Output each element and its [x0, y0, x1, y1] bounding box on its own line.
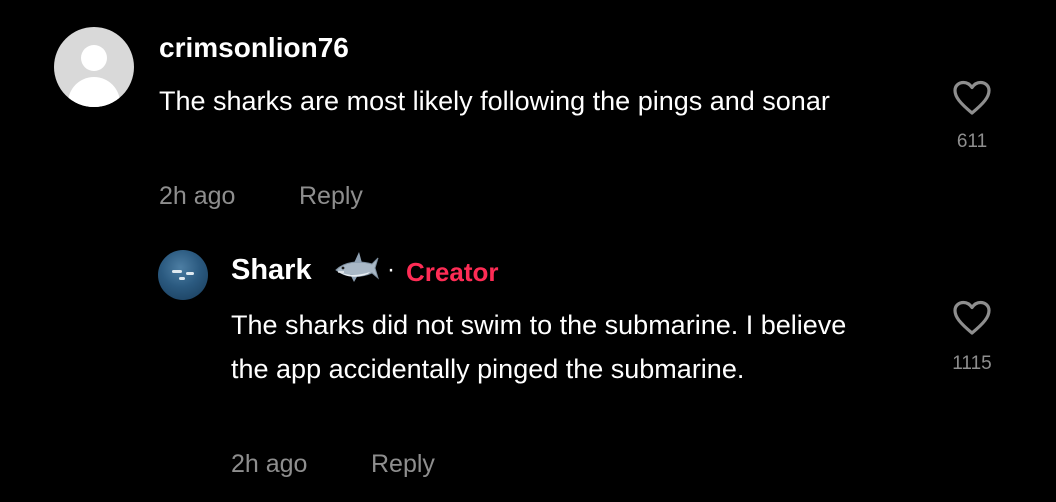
avatar-body-shape [68, 77, 120, 107]
user-avatar[interactable] [54, 27, 134, 107]
separator-dot: · [387, 256, 395, 283]
comment-text: The sharks are most likely following the… [159, 86, 830, 116]
creator-avatar[interactable] [158, 250, 208, 300]
heart-icon [953, 300, 991, 335]
reply-reply-button[interactable]: Reply [371, 450, 435, 479]
avatar-fish-shape [172, 270, 182, 273]
reply-text: The sharks did not swim to the submarine… [231, 310, 847, 384]
reply-username[interactable]: Shark [231, 254, 312, 287]
comment-timestamp: 2h ago [159, 182, 236, 210]
avatar-head-shape [81, 45, 107, 71]
reply-like-button[interactable] [952, 300, 992, 336]
creator-badge: Creator [406, 257, 499, 287]
reply-timestamp: 2h ago [231, 450, 308, 478]
heart-icon [953, 80, 991, 115]
comments-panel: crimsonlion76 The sharks are most likely… [0, 0, 1056, 502]
reply-like-count: 1115 [952, 353, 992, 374]
comment-like-button[interactable] [952, 80, 992, 116]
avatar-fish-shape [186, 272, 194, 275]
comment-like-count: 611 [956, 131, 988, 152]
comment-username[interactable]: crimsonlion76 [159, 32, 349, 64]
shark-icon [335, 252, 379, 282]
comment-reply-button[interactable]: Reply [299, 182, 363, 211]
avatar-fish-shape [179, 277, 185, 280]
